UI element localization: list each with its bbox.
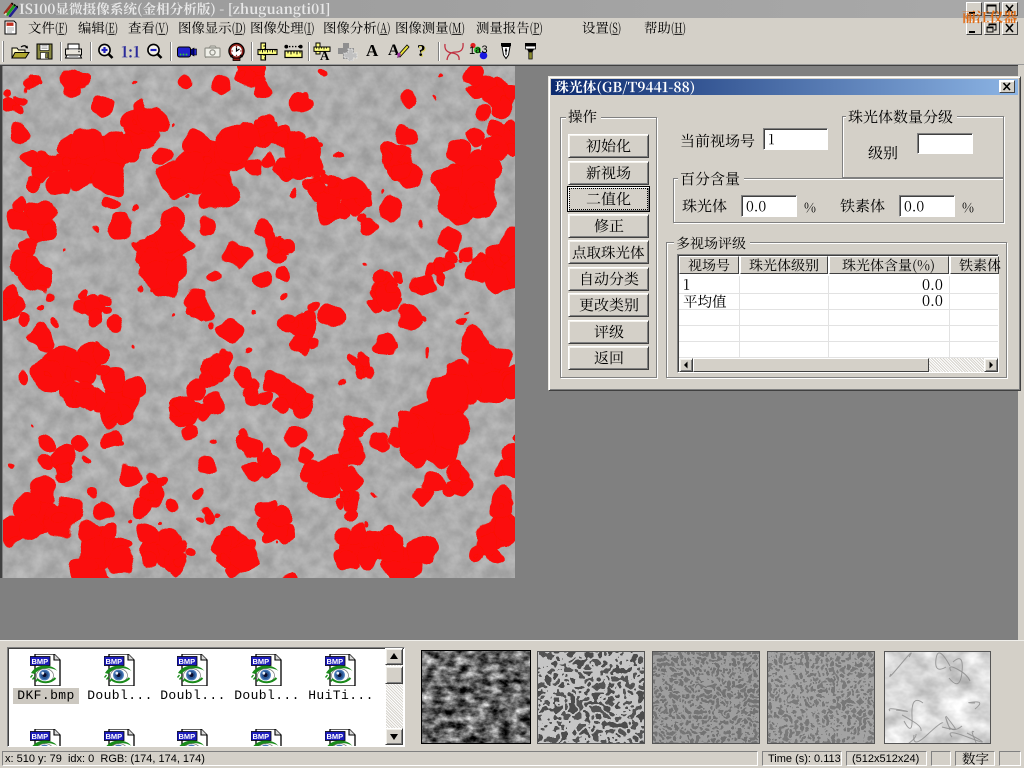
svg-text:a: a	[475, 45, 481, 56]
svg-text:3: 3	[482, 44, 488, 56]
svg-text:A: A	[320, 48, 330, 61]
